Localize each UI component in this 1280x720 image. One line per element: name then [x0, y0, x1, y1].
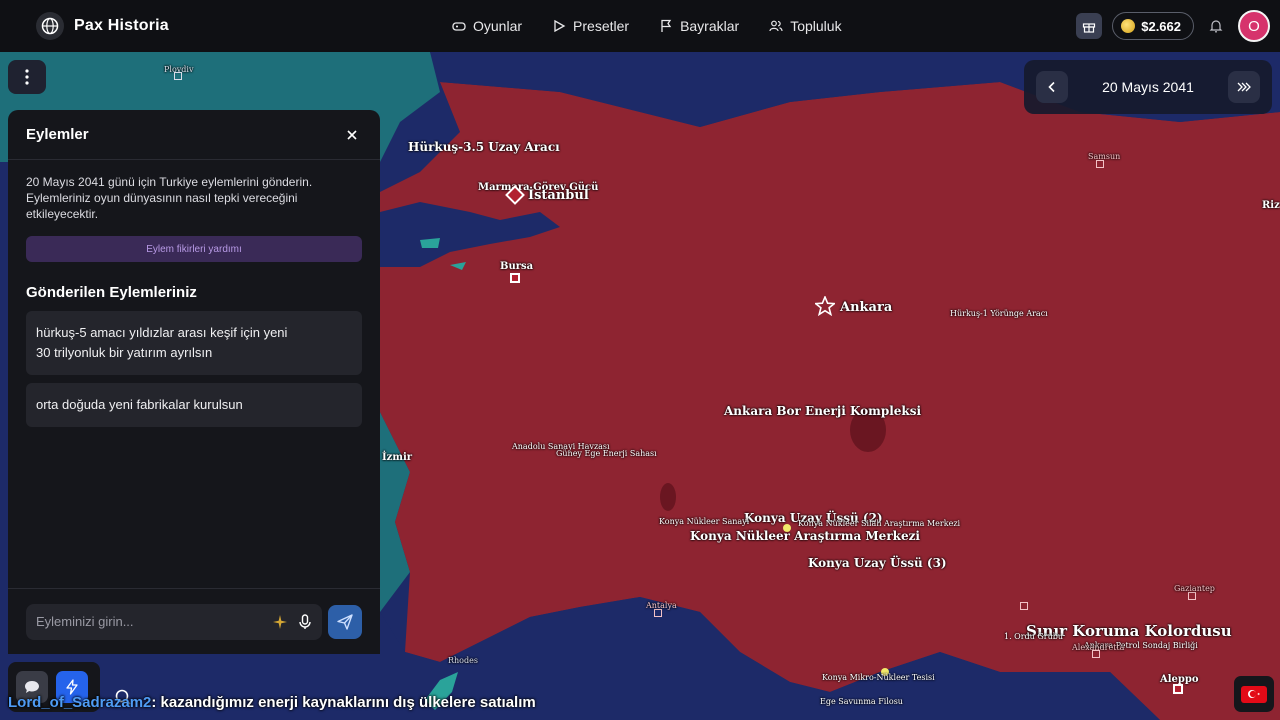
city-marker[interactable]	[1020, 602, 1028, 610]
sent-action-item[interactable]: orta doğuda yeni fabrikalar kurulsun	[26, 383, 362, 427]
nav-community[interactable]: Topluluk	[769, 18, 842, 34]
map-label-ankara[interactable]: Ankara	[840, 300, 892, 315]
users-icon	[769, 20, 783, 32]
egirdir-lake	[660, 483, 676, 511]
triple-chevron-right-icon	[1237, 82, 1251, 92]
map-label-riz[interactable]: Riz	[1262, 200, 1280, 211]
date-navigator: 20 Mayıs 2041	[1024, 60, 1272, 114]
map-label-konya-arastirma[interactable]: Konya Nükleer Araştırma Merkezi	[690, 529, 920, 543]
more-vertical-icon	[25, 69, 29, 85]
gaziantep-marker[interactable]	[1188, 592, 1196, 600]
nav-presets-label: Presetler	[573, 18, 630, 34]
flag-icon	[661, 19, 672, 32]
map-label-konya-uzay-3[interactable]: Konya Uzay Üssü (3)	[808, 556, 947, 570]
chat-message: Lord_of_Sadrazam2: kazandığımız enerji k…	[8, 694, 536, 711]
nav-flags-label: Bayraklar	[680, 18, 740, 34]
user-avatar[interactable]: O	[1238, 10, 1270, 42]
chevron-left-icon	[1048, 81, 1055, 93]
map-label-konya-silah[interactable]: Konya Nükleer Silah Araştırma Merkezi	[798, 519, 960, 528]
map-label-samsun[interactable]: Samsun	[1088, 152, 1120, 161]
top-navbar: Pax Historia Oyunlar Presetler Bayraklar…	[0, 0, 1280, 52]
map-label-bor[interactable]: Ankara Bor Enerji Kompleksi	[724, 404, 921, 418]
action-input-wrapper	[26, 603, 322, 640]
fast-forward-button[interactable]	[1228, 71, 1260, 103]
chat-text: : kazandığımız enerji kaynaklarını dış ü…	[151, 694, 536, 711]
sparkles-icon[interactable]	[272, 614, 288, 630]
nav-community-label: Topluluk	[790, 18, 842, 34]
map-label-istanbul[interactable]: İstanbul	[528, 188, 589, 203]
gift-icon	[1083, 23, 1096, 33]
send-action-button[interactable]	[328, 604, 362, 639]
action-ideas-help-button[interactable]: Eylem fikirleri yardımı	[26, 236, 362, 262]
play-icon	[554, 19, 566, 33]
actions-panel: Eylemler 20 Mayıs 2041 günü için Turkiye…	[8, 110, 380, 654]
map-label-hurkus35[interactable]: Hürkuş-3.5 Uzay Aracı	[408, 140, 560, 154]
map-label-konya-nukleer-sanayi[interactable]: Konya Nükleer Sanayi	[659, 517, 749, 526]
panel-title: Eylemler	[26, 126, 89, 143]
coin-amount: $2.662	[1141, 18, 1181, 34]
top-right-controls: $2.662 O	[1076, 10, 1270, 42]
map-label-guney-ege[interactable]: Güney Ege Enerji Sahası	[556, 449, 657, 458]
lightning-icon	[66, 679, 78, 695]
send-icon	[337, 613, 353, 630]
nav-games[interactable]: Oyunlar	[452, 18, 522, 34]
microphone-icon[interactable]	[298, 613, 312, 630]
close-icon	[347, 129, 357, 140]
bell-icon	[1209, 20, 1223, 33]
map-label-rhodes[interactable]: Rhodes	[448, 656, 478, 665]
map-label-izmir[interactable]: İzmir	[382, 452, 412, 463]
gift-button[interactable]	[1076, 13, 1103, 39]
map-label-bursa[interactable]: Bursa	[500, 261, 533, 272]
capital-star-icon[interactable]	[815, 296, 835, 316]
alexandretta-marker[interactable]	[1092, 650, 1100, 658]
country-flag-button[interactable]	[1234, 676, 1274, 712]
coin-balance[interactable]: $2.662	[1112, 12, 1194, 40]
close-panel-button[interactable]	[342, 125, 362, 145]
panel-header: Eylemler	[8, 110, 380, 160]
nav-games-label: Oyunlar	[473, 18, 523, 34]
antalya-marker[interactable]	[654, 609, 662, 617]
sent-action-item[interactable]: hürkuş-5 amacı yıldızlar arası keşif içi…	[26, 311, 362, 375]
notifications-button[interactable]	[1204, 14, 1228, 38]
turkey-flag-icon	[1241, 685, 1267, 703]
main-nav: Oyunlar Presetler Bayraklar Topluluk	[452, 0, 842, 52]
chat-username[interactable]: Lord_of_Sadrazam2	[8, 694, 151, 711]
brand-name: Pax Historia	[74, 17, 169, 34]
more-menu-button[interactable]	[8, 60, 46, 94]
previous-date-button[interactable]	[1036, 71, 1068, 103]
sent-actions-title: Gönderilen Eylemleriniz	[26, 284, 197, 301]
action-input-bar	[8, 588, 380, 654]
plovdiv-marker[interactable]	[174, 72, 182, 80]
aleppo-marker[interactable]	[1173, 684, 1183, 694]
sent-actions-list: hürkuş-5 amacı yıldızlar arası keşif içi…	[8, 301, 380, 427]
map-label-hurkus1[interactable]: Hürkuş-1 Yörünge Aracı	[950, 309, 1048, 318]
map-label-ege-savunma[interactable]: Ege Savunma Filosu	[820, 697, 903, 706]
map-label-konya-mikro[interactable]: Konya Mikro-Nükleer Tesisi	[822, 673, 935, 682]
nav-flags[interactable]: Bayraklar	[659, 18, 739, 34]
nav-presets[interactable]: Presetler	[552, 18, 629, 34]
gamepad-icon	[452, 22, 466, 31]
brand[interactable]: Pax Historia	[36, 12, 169, 40]
samsun-marker[interactable]	[1096, 160, 1104, 168]
map-label-antalya[interactable]: Antalya	[646, 601, 677, 610]
coin-icon	[1121, 19, 1136, 33]
map-label-gaziantep[interactable]: Gaziantep	[1174, 584, 1215, 593]
globe-icon	[36, 12, 64, 40]
action-input[interactable]	[36, 614, 262, 629]
panel-description: 20 Mayıs 2041 günü için Turkiye eylemler…	[26, 175, 313, 221]
current-date: 20 Mayıs 2041	[1102, 79, 1194, 95]
map-label-ordu[interactable]: 1. Ordu Grubu	[1004, 632, 1063, 641]
bursa-marker[interactable]	[510, 273, 520, 283]
chat-bubble-icon	[25, 681, 39, 693]
